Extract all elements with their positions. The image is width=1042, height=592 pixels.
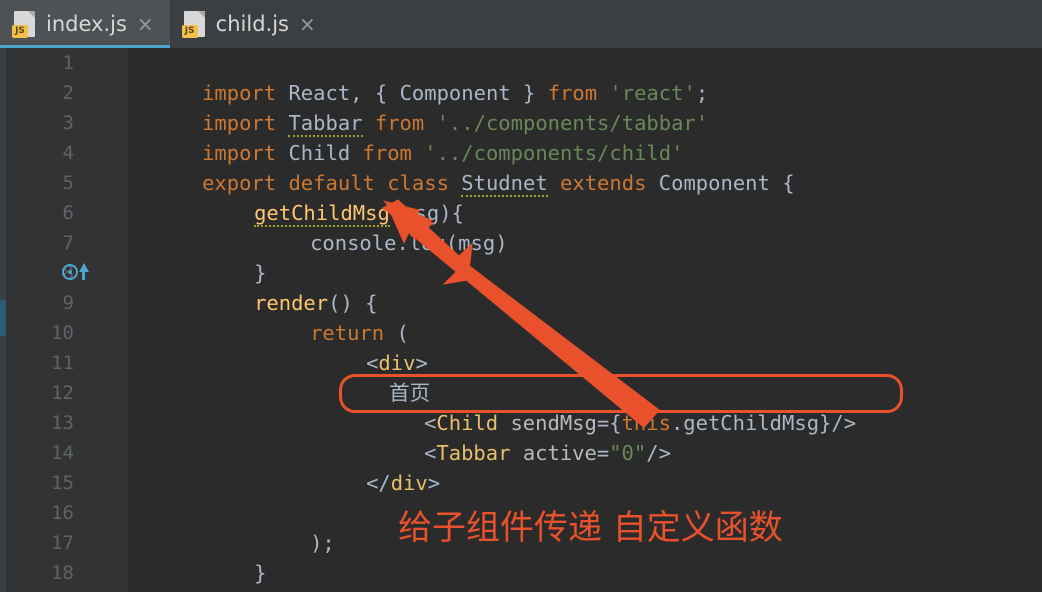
tab-label-index-js: index.js xyxy=(46,12,127,36)
code-line-9: return ( xyxy=(128,288,1042,345)
tab-index-js[interactable]: JS index.js × xyxy=(0,0,170,48)
line-number: 6 xyxy=(62,202,74,224)
line-number: 9 xyxy=(62,292,74,314)
fold-icon[interactable] xyxy=(104,228,120,258)
fold-icon[interactable] xyxy=(104,558,120,588)
line-number: 5 xyxy=(62,172,74,194)
fold-icon[interactable] xyxy=(104,588,120,592)
js-file-icon: JS xyxy=(12,9,38,39)
js-file-icon: JS xyxy=(181,9,208,39)
annotation-text: 给子组件传递 自定义函数 xyxy=(398,508,783,548)
code-line-13: <Tabbar active="0"/> xyxy=(128,408,1042,465)
line-number: 13 xyxy=(51,412,74,434)
editor-tab-bar: JS index.js × JS child.js × xyxy=(0,0,1042,48)
line-number: 18 xyxy=(51,562,74,584)
code-line-6: console.log(msg) xyxy=(128,198,1042,255)
code-line-14: </div> xyxy=(128,438,1042,495)
code-line-5: getChildMsg(msg){ xyxy=(128,168,1042,227)
run-method-gutter-icon[interactable] xyxy=(62,258,89,288)
code-line-3: import Child from '../components/child' xyxy=(128,108,1042,165)
code-line-2: import Tabbar from '../components/tabbar… xyxy=(128,78,1042,137)
tab-label-child-js: child.js xyxy=(215,12,289,36)
fold-icon[interactable] xyxy=(104,168,120,198)
code-line-10: <div> xyxy=(128,318,1042,375)
fold-icon[interactable] xyxy=(104,138,120,168)
code-line-8: render() { xyxy=(128,258,1042,315)
line-number: 7 xyxy=(62,232,74,254)
fold-icon[interactable] xyxy=(104,258,120,288)
code-line-7: } xyxy=(128,228,1042,285)
line-number: 1 xyxy=(62,52,74,74)
line-number: 14 xyxy=(51,442,74,464)
line-number: 15 xyxy=(51,472,74,494)
line-number: 16 xyxy=(51,502,74,524)
js-badge-label: JS xyxy=(181,25,198,38)
line-number: 12 xyxy=(51,382,74,404)
code-line-18: } xyxy=(128,558,1042,592)
line-number: 11 xyxy=(51,352,74,374)
line-number: 10 xyxy=(51,322,74,344)
tab-child-js[interactable]: JS child.js × xyxy=(169,0,332,48)
line-number: 3 xyxy=(62,112,74,134)
line-number: 4 xyxy=(62,142,74,164)
js-badge-label: JS xyxy=(12,25,28,38)
editor-scrollbar[interactable] xyxy=(1030,48,1042,592)
line-number: 17 xyxy=(51,532,74,554)
code-line-11: 首页 xyxy=(128,348,1042,405)
code-line-12: <Child sendMsg={this.getChildMsg}/> xyxy=(128,378,1042,435)
code-editor[interactable]: 1 2 3 4 5 6 7 8 9 10 11 12 13 14 15 16 1… xyxy=(0,48,1042,592)
code-line-4: export default class Studnet extends Com… xyxy=(128,138,1042,197)
code-line-1: import React, { Component } from 'react'… xyxy=(128,48,1042,105)
line-number: 2 xyxy=(62,82,74,104)
fold-icon[interactable] xyxy=(104,108,120,138)
fold-icon[interactable] xyxy=(104,48,120,78)
fold-icon[interactable] xyxy=(104,498,120,528)
close-icon[interactable]: × xyxy=(297,14,318,34)
close-icon[interactable]: × xyxy=(135,14,156,34)
